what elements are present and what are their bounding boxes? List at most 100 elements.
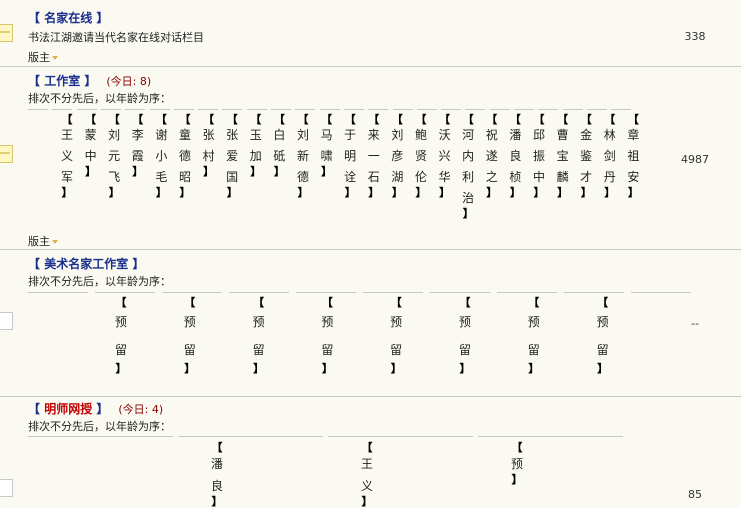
sub-forum-name: 马啸 bbox=[320, 128, 333, 163]
sub-forum-link[interactable]: 【潘良】 bbox=[208, 442, 226, 507]
sub-forum-name: 玉加 bbox=[249, 128, 262, 163]
sub-forum-link[interactable]: 【预留】 bbox=[112, 297, 130, 374]
divider-segment bbox=[28, 292, 88, 293]
sub-forum-link[interactable]: 【预留】 bbox=[594, 296, 612, 375]
bracket-open: 【 bbox=[580, 113, 592, 126]
sub-forum-link[interactable]: 【预留】 bbox=[456, 297, 474, 375]
sub-forum-link[interactable]: 【李霞】 bbox=[129, 114, 147, 177]
divider-segment bbox=[229, 292, 289, 293]
divider-segment bbox=[465, 109, 486, 110]
divider-segment bbox=[76, 109, 97, 110]
divider-segment bbox=[441, 109, 462, 110]
sub-forum-link[interactable]: 【玉加】 bbox=[247, 113, 265, 177]
forum-title-1[interactable]: 【 名家在线 】 bbox=[28, 9, 108, 26]
sub-forum-link[interactable]: 【预】 bbox=[508, 442, 526, 486]
sub-forum-name: 于明诠 bbox=[344, 128, 357, 184]
divider-segment bbox=[52, 109, 73, 110]
sub-forum-link[interactable]: 【刘彦湖】 bbox=[388, 114, 406, 198]
bracket-open: 【 bbox=[604, 113, 616, 126]
bracket-close: 】 bbox=[226, 186, 238, 199]
dropdown-arrow-icon[interactable] bbox=[52, 240, 58, 244]
sub-forum-link[interactable]: 【白砥】 bbox=[270, 114, 288, 177]
sub-forum-name: 林剑丹 bbox=[603, 128, 616, 184]
sub-forum-name: 预 bbox=[510, 457, 523, 471]
sub-forum-link[interactable]: 【张村】 bbox=[200, 114, 218, 177]
today-count-2: (今日: 8) bbox=[106, 75, 152, 88]
bracket-open: 【 bbox=[344, 113, 356, 126]
sub-forum-link[interactable]: 【邱振中】 bbox=[530, 114, 548, 198]
sub-forum-link[interactable]: 【来一石】 bbox=[365, 114, 383, 198]
sub-forum-link[interactable]: 【刘新德】 bbox=[294, 114, 312, 199]
sub-forum-name: 预留 bbox=[183, 315, 196, 357]
divider-segment bbox=[497, 292, 557, 293]
sub-forum-link[interactable]: 【童德昭】 bbox=[176, 113, 194, 198]
moderator-label-2[interactable]: 版主 bbox=[28, 233, 58, 249]
divider-segment bbox=[319, 109, 340, 110]
divider-segment bbox=[430, 292, 490, 293]
sub-forum-name: 刘元飞 bbox=[108, 128, 121, 184]
divider-segment bbox=[28, 109, 48, 110]
sub-forum-link[interactable]: 【潘良桢】 bbox=[506, 114, 524, 198]
bracket-open: 【 bbox=[415, 113, 427, 126]
divider-segment bbox=[416, 109, 437, 110]
sub-forum-link[interactable]: 【蒙中】 bbox=[82, 114, 100, 178]
bracket-open: 【 bbox=[462, 113, 474, 126]
sub-forum-link[interactable]: 【金鉴才】 bbox=[577, 113, 595, 198]
bracket-close: 】 bbox=[297, 186, 309, 199]
sub-forum-link[interactable]: 【于明诠】 bbox=[341, 113, 359, 198]
sub-forum-link[interactable]: 【马啸】 bbox=[318, 114, 336, 177]
sub-forum-name: 王义军 bbox=[60, 128, 73, 184]
bracket-close: 】 bbox=[511, 473, 523, 486]
sub-forum-name: 刘新德 bbox=[296, 128, 309, 184]
moderator-label-1[interactable]: 版主 bbox=[28, 49, 58, 65]
sub-forum-link[interactable]: 【王义军】 bbox=[58, 114, 76, 198]
sub-forum-link[interactable]: 【河内利治】 bbox=[459, 113, 477, 220]
sub-forum-name: 潘良桢 bbox=[509, 128, 522, 184]
sub-forum-link[interactable]: 【预留】 bbox=[250, 297, 268, 374]
divider-segment bbox=[28, 436, 173, 437]
sub-forum-name: 预留 bbox=[252, 315, 265, 357]
sub-forum-link[interactable]: 【刘元飞】 bbox=[105, 114, 123, 199]
bracket-close: 】 bbox=[184, 362, 196, 375]
bracket-open: 【 bbox=[361, 441, 373, 454]
bracket-close: 】 bbox=[597, 362, 609, 375]
bracket-close: 】 bbox=[390, 362, 402, 375]
sub-forum-name: 邱振中 bbox=[532, 128, 545, 184]
sub-forum-link[interactable]: 【预留】 bbox=[525, 297, 543, 375]
topic-count-1: 338 bbox=[684, 30, 706, 43]
bracket-close: 】 bbox=[108, 186, 120, 199]
forum-status-icon bbox=[0, 145, 13, 163]
divider-segment bbox=[631, 292, 691, 293]
bracket-close: 】 bbox=[85, 165, 97, 178]
bracket-open: 【 bbox=[597, 296, 609, 309]
bracket-open: 【 bbox=[390, 296, 402, 309]
sub-forum-link[interactable]: 【张爱国】 bbox=[223, 114, 241, 199]
forum-title-3[interactable]: 【 美术名家工作室 】 bbox=[28, 255, 144, 272]
sub-forum-link[interactable]: 【曹宝麟】 bbox=[554, 113, 572, 198]
divider-segment bbox=[95, 292, 155, 293]
sub-forum-link[interactable]: 【沃兴华】 bbox=[436, 114, 454, 198]
bracket-close: 】 bbox=[459, 362, 471, 375]
bracket-close: 】 bbox=[528, 362, 540, 375]
divider-segment bbox=[478, 436, 623, 437]
sub-forum-link[interactable]: 【林剑丹】 bbox=[601, 113, 619, 198]
bracket-open: 【 bbox=[557, 113, 569, 126]
sub-forum-link[interactable]: 【王义】 bbox=[358, 441, 376, 507]
sub-forum-link[interactable]: 【鲍贤伦】 bbox=[412, 113, 430, 198]
sub-forum-link[interactable]: 【预留】 bbox=[318, 297, 336, 374]
bracket-open: 【 bbox=[250, 113, 262, 126]
forum-title-2[interactable]: 【 工作室 】 (今日: 8) bbox=[28, 72, 151, 89]
forum-status-icon bbox=[0, 479, 13, 497]
sub-forum-link[interactable]: 【预留】 bbox=[387, 296, 405, 375]
sub-forum-link[interactable]: 【预留】 bbox=[181, 297, 199, 375]
sub-forum-link[interactable]: 【祝遂之】 bbox=[483, 114, 501, 199]
bracket-close: 】 bbox=[462, 207, 474, 220]
dropdown-arrow-icon[interactable] bbox=[52, 56, 58, 60]
forum-title-4[interactable]: 【 明师网授 】 (今日: 4) bbox=[28, 400, 163, 417]
sub-forum-link[interactable]: 【章祖安】 bbox=[624, 114, 642, 198]
forum-row-3: 【 美术名家工作室 】 排次不分先后，以年龄为序： 【预留】【预留】【预留】【预… bbox=[0, 250, 741, 397]
sub-forum-link[interactable]: 【谢小毛】 bbox=[152, 114, 170, 198]
bracket-close: 】 bbox=[486, 186, 498, 199]
bracket-open: 【 bbox=[179, 113, 191, 126]
divider-segment bbox=[222, 109, 243, 110]
